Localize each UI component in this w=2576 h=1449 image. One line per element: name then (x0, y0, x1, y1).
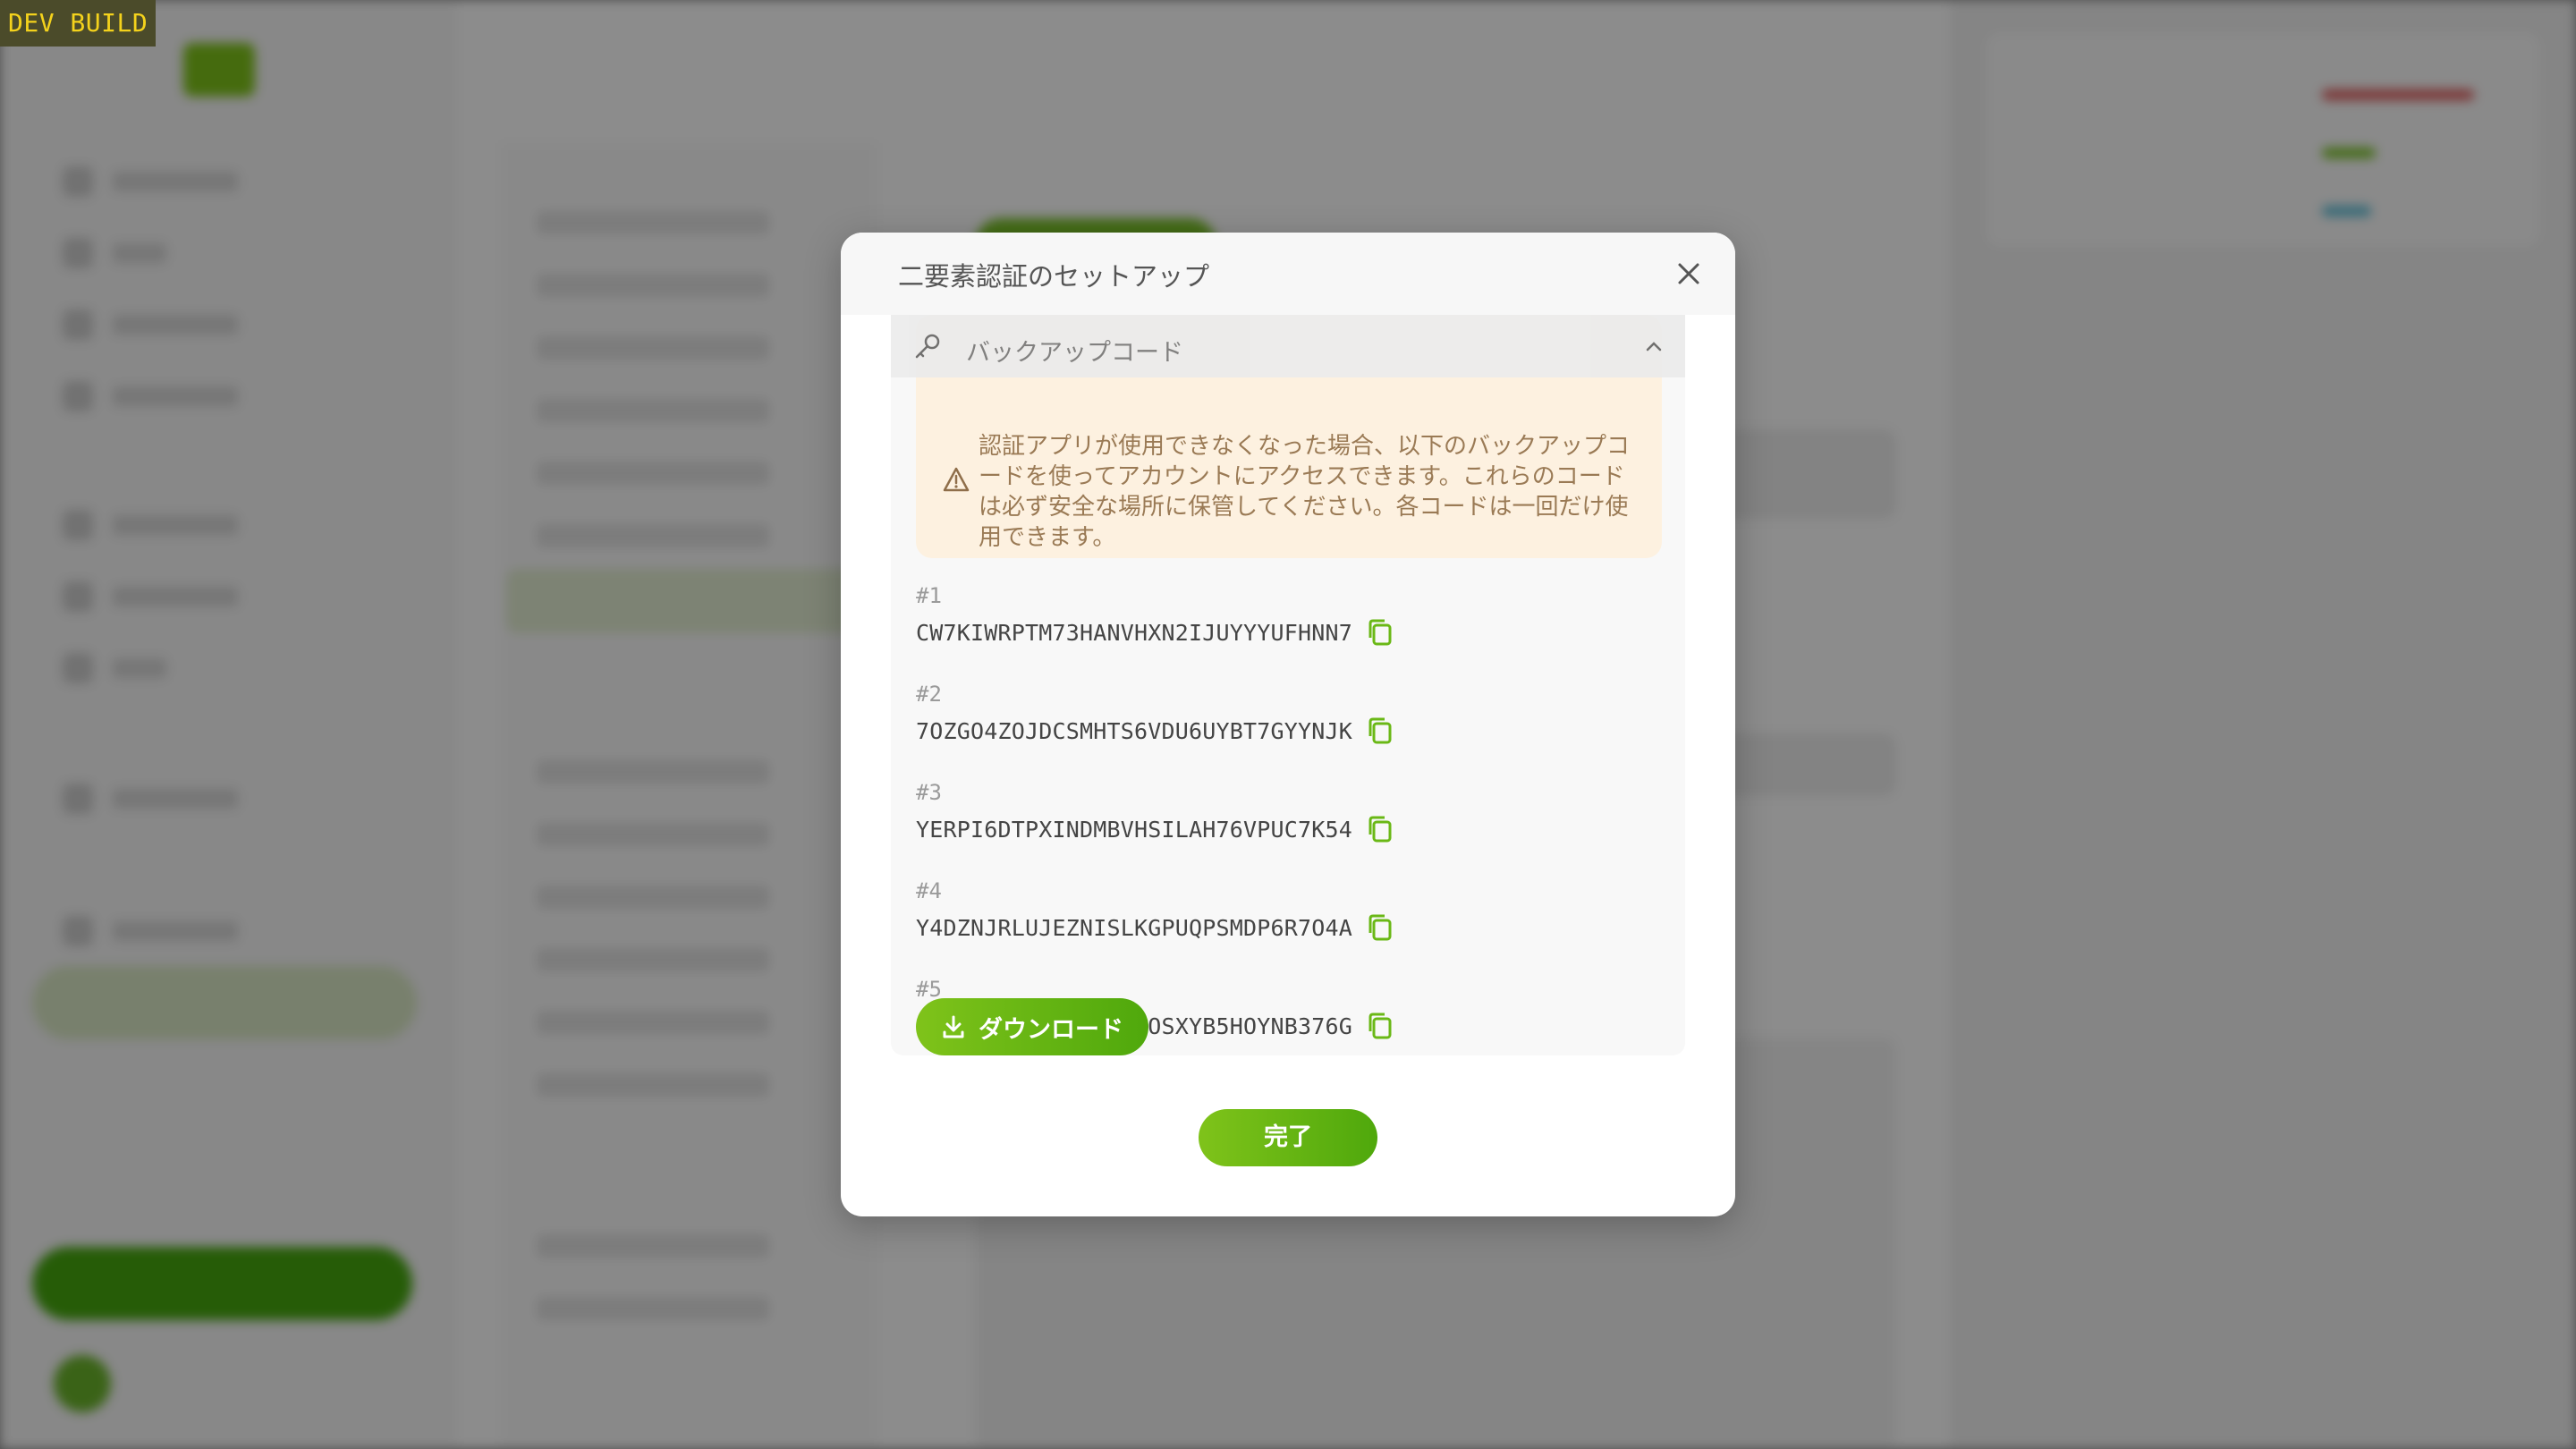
copy-icon (1368, 717, 1392, 744)
copy-button[interactable] (1365, 1011, 1395, 1041)
code-value: CW7KIWRPTM73HANVHXN2IJUYYYUFHNN7 (916, 619, 1353, 646)
copy-button[interactable] (1365, 617, 1395, 648)
download-button[interactable]: ダウンロード (916, 998, 1148, 1055)
code-number: #3 (916, 780, 942, 805)
backup-code-item: #3 YERPI6DTPXINDMBVHSILAH76VPUC7K54 (916, 780, 1395, 844)
section-label: バックアップコード (966, 339, 1183, 367)
backup-code-item: #4 Y4DZNJRLUJEZNISLKGPUQPSMDP6R7O4A (916, 878, 1395, 943)
code-number: #4 (916, 878, 942, 903)
download-icon (943, 1015, 964, 1038)
done-button[interactable]: 完了 (1199, 1109, 1377, 1166)
backup-code-item: #1 CW7KIWRPTM73HANVHXN2IJUYYYUFHNN7 (916, 583, 1395, 648)
backup-codes-section: 認証アプリが使用できなくなった場合、以下のバックアップコードを使ってアカウントに… (891, 315, 1685, 1055)
copy-button[interactable] (1365, 716, 1395, 746)
code-number: #1 (916, 583, 942, 608)
section-header[interactable]: バックアップコード (891, 315, 1685, 377)
code-number: #2 (916, 682, 942, 707)
copy-icon (1368, 816, 1392, 843)
key-icon (912, 331, 943, 365)
copy-icon (1368, 914, 1392, 941)
warning-text: 認証アプリが使用できなくなった場合、以下のバックアップコードを使ってアカウントに… (979, 433, 1631, 551)
code-value: 7OZGO4ZOJDCSMHTS6VDU6UYBT7GYYNJK (916, 717, 1353, 744)
dev-build-badge: DEV BUILD (0, 0, 157, 47)
modal-header: 二要素認証のセットアップ (841, 233, 1735, 315)
close-icon (1678, 263, 1699, 284)
chevron-up-icon[interactable] (1642, 335, 1665, 361)
warning-icon (943, 467, 970, 496)
two-factor-setup-modal: 二要素認証のセットアップ 認証アプリが使用できなくなった場合、以下のバックアップ… (841, 233, 1735, 1216)
copy-icon (1368, 1013, 1392, 1039)
backup-code-item: #2 7OZGO4ZOJDCSMHTS6VDU6UYBT7GYYNJK (916, 682, 1395, 746)
copy-button[interactable] (1365, 912, 1395, 943)
download-label: ダウンロード (979, 1015, 1123, 1044)
close-button[interactable] (1671, 256, 1707, 292)
code-value: YERPI6DTPXINDMBVHSILAH76VPUC7K54 (916, 816, 1353, 843)
code-value: Y4DZNJRLUJEZNISLKGPUQPSMDP6R7O4A (916, 914, 1353, 941)
copy-icon (1368, 619, 1392, 646)
copy-button[interactable] (1365, 814, 1395, 844)
modal-title: 二要素認証のセットアップ (898, 261, 1210, 292)
